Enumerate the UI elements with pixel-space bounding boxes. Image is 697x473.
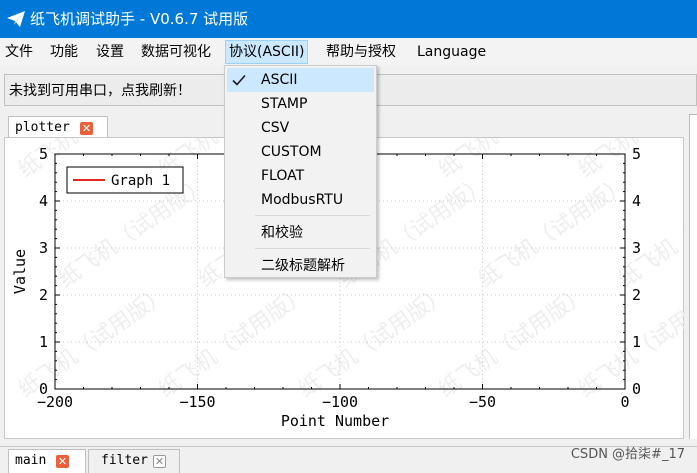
tab-filter[interactable]: filter ✕ <box>88 449 180 473</box>
paper-plane-icon <box>7 11 25 27</box>
x-axis-label: Point Number <box>281 412 389 430</box>
menu-function[interactable]: 功能 <box>47 40 81 64</box>
watermark-text: 纸飞机（试用版） <box>294 281 453 402</box>
checksum-option-label: 和校验 <box>261 225 303 241</box>
subtitle-parse-option-label: 二级标题解析 <box>261 258 345 274</box>
y-tick-label-right: 3 <box>632 239 641 257</box>
watermark-text: 纸飞机（试用版） <box>474 171 633 292</box>
protocol-dropdown-menu: ASCII STAMP CSV CUSTOM FLOAT ModbusRTU 和… <box>224 65 377 278</box>
protocol-option-label: STAMP <box>261 96 308 112</box>
y-tick-label-right: 5 <box>632 145 641 163</box>
x-tick-label: −200 <box>37 393 73 411</box>
menu-language[interactable]: Language <box>414 40 489 64</box>
close-icon[interactable]: ✕ <box>80 122 93 135</box>
protocol-option-stamp[interactable]: STAMP <box>227 92 374 116</box>
protocol-option-modbusrtu[interactable]: ModbusRTU <box>227 188 374 212</box>
y-tick-label-right: 4 <box>632 192 641 210</box>
protocol-option-label: ASCII <box>261 72 298 88</box>
y-tick-label: 4 <box>39 192 48 210</box>
y-tick-label: 2 <box>39 286 48 304</box>
y-tick-label: 1 <box>39 333 48 351</box>
tab-main[interactable]: main ✕ <box>8 449 86 473</box>
y-tick-label: 3 <box>39 239 48 257</box>
protocol-option-custom[interactable]: CUSTOM <box>227 140 374 164</box>
watermark-text: 纸飞机（试用版） <box>14 281 173 402</box>
protocol-option-label: ModbusRTU <box>261 192 344 208</box>
menu-bar: 文件 功能 设置 数据可视化 协议(ASCII) 帮助与授权 Language <box>0 38 697 66</box>
watermark-text: 纸飞机（试用版） <box>154 281 313 402</box>
menu-separator <box>255 248 370 249</box>
refresh-port-button[interactable]: 未找到可用串口，点我刷新！ <box>9 81 191 101</box>
close-icon[interactable]: ✕ <box>153 455 166 468</box>
x-tick-label: −50 <box>469 393 496 411</box>
credit-watermark: CSDN @拾柒#_17 <box>570 447 685 462</box>
title-bar: 纸飞机调试助手 - V0.6.7 试用版 <box>0 0 697 38</box>
window-title: 纸飞机调试助手 - V0.6.7 试用版 <box>30 10 249 28</box>
protocol-option-label: FLOAT <box>261 168 305 184</box>
x-tick-label: −150 <box>179 393 215 411</box>
watermark-text: 纸飞机（试用版） <box>434 138 593 183</box>
protocol-option-csv[interactable]: CSV <box>227 116 374 140</box>
x-tick-label: −100 <box>322 393 358 411</box>
y-tick-label: 5 <box>39 145 48 163</box>
checksum-option[interactable]: 和校验 <box>227 221 374 245</box>
menu-settings[interactable]: 设置 <box>93 40 127 64</box>
y-tick-label-right: 1 <box>632 333 641 351</box>
watermark-text: 纸飞机（试用版） <box>574 138 685 183</box>
legend: Graph 1 <box>66 166 184 194</box>
tab-filter-label: filter <box>101 453 148 468</box>
close-icon[interactable]: ✕ <box>56 455 69 468</box>
menu-data-visualization[interactable]: 数据可视化 <box>138 40 214 64</box>
menu-separator <box>255 215 370 216</box>
checkmark-icon <box>232 74 246 86</box>
menu-protocol[interactable]: 协议(ASCII) <box>225 40 309 64</box>
side-panel-edge <box>689 114 697 439</box>
menu-help-license[interactable]: 帮助与授权 <box>323 40 399 64</box>
protocol-option-ascii[interactable]: ASCII <box>227 68 374 92</box>
tab-plotter-label: plotter <box>15 120 70 135</box>
protocol-option-label: CUSTOM <box>261 144 322 160</box>
tab-plotter[interactable]: plotter ✕ <box>8 116 108 138</box>
tab-main-label: main <box>15 453 47 468</box>
protocol-option-label: CSV <box>261 120 290 136</box>
y-tick-label-right: 0 <box>632 380 641 398</box>
menu-file[interactable]: 文件 <box>2 40 36 64</box>
y-tick-label-right: 2 <box>632 286 641 304</box>
y-axis-label: Value <box>11 249 29 294</box>
subtitle-parse-option[interactable]: 二级标题解析 <box>227 254 374 278</box>
legend-label: Graph 1 <box>111 173 170 189</box>
x-tick-label: 0 <box>620 393 629 411</box>
protocol-option-float[interactable]: FLOAT <box>227 164 374 188</box>
watermark-text: 纸飞机（试用版） <box>434 281 593 402</box>
